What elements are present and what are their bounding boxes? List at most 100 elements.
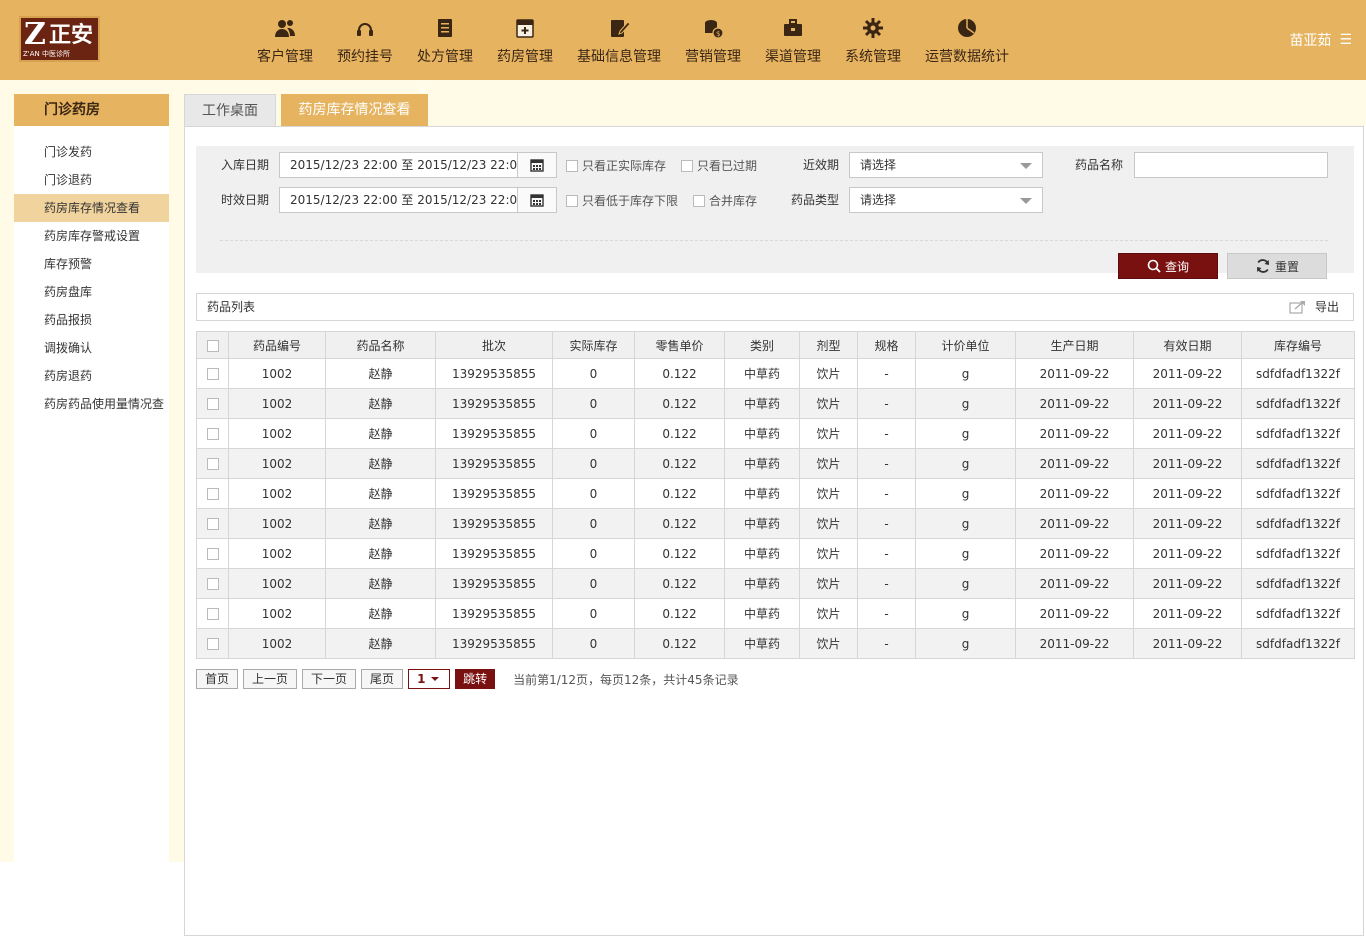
nav-item-5[interactable]: 基础信息管理	[565, 16, 673, 76]
row-select-cell[interactable]	[196, 478, 229, 509]
row-select-cell[interactable]	[196, 568, 229, 599]
table-cell: -	[857, 598, 916, 629]
close-icon[interactable]: ×	[417, 84, 427, 96]
in-date-range-input[interactable]: 2015/12/23 22:00 至 2015/12/23 22:00	[279, 152, 557, 178]
nav-item-3[interactable]: 处方管理	[405, 16, 485, 76]
row-checkbox[interactable]	[206, 428, 219, 440]
pie-chart-icon	[954, 16, 980, 40]
table-cell: g	[915, 388, 1016, 419]
svg-text:$: $	[716, 30, 720, 38]
table-cell: 饮片	[799, 628, 858, 659]
table-row[interactable]: 1002 赵静 13929535855 0 0.122 中草药 饮片 - g 2011-09-22…	[196, 628, 1355, 659]
sidebar-item-1[interactable]: 门诊发药	[14, 138, 169, 166]
jump-button[interactable]: 跳转	[455, 669, 496, 689]
row-select-cell[interactable]	[196, 358, 229, 389]
table-cell: 0	[552, 538, 635, 569]
row-select-cell[interactable]	[196, 508, 229, 539]
column-header: 批次	[435, 331, 553, 359]
select-all-cell[interactable]	[196, 331, 229, 359]
table-row[interactable]: 1002 赵静 13929535855 0 0.122 中草药 饮片 - g 2011-09-22…	[196, 358, 1355, 389]
table-cell: 13929535855	[435, 478, 553, 509]
table-row[interactable]: 1002 赵静 13929535855 0 0.122 中草药 饮片 - g 2011-09-22…	[196, 388, 1355, 419]
nav-item-4[interactable]: 药房管理	[485, 16, 565, 76]
row-checkbox[interactable]	[206, 548, 219, 560]
nav-item-7[interactable]: 渠道管理	[753, 16, 833, 76]
table-row[interactable]: 1002 赵静 13929535855 0 0.122 中草药 饮片 - g 2011-09-22…	[196, 418, 1355, 449]
row-checkbox[interactable]	[206, 368, 219, 380]
edit-icon	[606, 16, 632, 40]
nav-item-8[interactable]: 系统管理	[833, 16, 913, 76]
row-select-cell[interactable]	[196, 538, 229, 569]
table-row[interactable]: 1002 赵静 13929535855 0 0.122 中草药 饮片 - g 2011-09-22…	[196, 508, 1355, 539]
near-exp-label: 近效期	[803, 158, 840, 172]
sidebar-item-5[interactable]: 库存预警	[14, 250, 169, 278]
row-select-cell[interactable]	[196, 388, 229, 419]
row-checkbox[interactable]	[206, 608, 219, 620]
table-row[interactable]: 1002 赵静 13929535855 0 0.122 中草药 饮片 - g 2011-09-22…	[196, 448, 1355, 479]
row-select-cell[interactable]	[196, 418, 229, 449]
list-header-bar: 药品列表 导出	[196, 293, 1354, 321]
table-cell: 0.122	[634, 628, 725, 659]
table-cell: 2011-09-22	[1015, 508, 1134, 539]
row-checkbox[interactable]	[206, 398, 219, 410]
tab-current[interactable]: 药房库存情况查看 ×	[281, 84, 428, 126]
reset-button[interactable]: 重置	[1227, 253, 1327, 279]
calendar-icon[interactable]	[517, 188, 556, 212]
checkbox-below-limit[interactable]: 只看低于库存下限	[566, 192, 678, 209]
checkbox-box[interactable]	[693, 194, 705, 207]
row-select-cell[interactable]	[196, 628, 229, 659]
page-select[interactable]: 1	[408, 669, 451, 689]
checkbox-actual-stock[interactable]: 只看正实际库存	[566, 157, 666, 174]
nav-item-6[interactable]: $ 营销管理	[673, 16, 753, 76]
calendar-icon[interactable]	[517, 153, 556, 177]
prev-page-button[interactable]: 上一页	[243, 669, 298, 689]
drug-type-select[interactable]: 请选择	[849, 187, 1043, 213]
sidebar-item-7[interactable]: 药品报损	[14, 306, 169, 334]
first-page-button[interactable]: 首页	[196, 669, 239, 689]
chevron-down-icon	[1020, 198, 1032, 204]
table-cell: 1002	[228, 448, 326, 479]
near-exp-select[interactable]: 请选择	[849, 152, 1043, 178]
query-button[interactable]: 查询	[1118, 253, 1218, 279]
drug-name-input[interactable]	[1134, 152, 1328, 178]
row-checkbox[interactable]	[206, 578, 219, 590]
select-all-checkbox[interactable]	[206, 339, 219, 352]
row-checkbox[interactable]	[206, 458, 219, 470]
export-button[interactable]: 导出	[1289, 294, 1339, 320]
next-page-button[interactable]: 下一页	[302, 669, 357, 689]
sidebar-item-10[interactable]: 药房药品使用量情况查	[14, 390, 169, 418]
checkbox-merge-stock[interactable]: 合并库存	[693, 192, 757, 209]
sidebar-item-8[interactable]: 调拨确认	[14, 334, 169, 362]
last-page-button[interactable]: 尾页	[361, 669, 404, 689]
sidebar-item-2[interactable]: 门诊退药	[14, 166, 169, 194]
table-row[interactable]: 1002 赵静 13929535855 0 0.122 中草药 饮片 - g 2011-09-22…	[196, 598, 1355, 629]
row-select-cell[interactable]	[196, 598, 229, 629]
user-menu[interactable]: 苗亚茹 ☰	[1289, 30, 1352, 50]
sidebar-item-9[interactable]: 药房退药	[14, 362, 169, 390]
hamburger-icon[interactable]: ☰	[1339, 32, 1352, 48]
table-row[interactable]: 1002 赵静 13929535855 0 0.122 中草药 饮片 - g 2011-09-22…	[196, 568, 1355, 599]
headset-icon	[352, 16, 378, 40]
exp-date-label: 时效日期	[221, 193, 270, 207]
tab-home[interactable]: 工作桌面	[184, 94, 276, 126]
sidebar-item-6[interactable]: 药房盘库	[14, 278, 169, 306]
row-checkbox[interactable]	[206, 488, 219, 500]
row-select-cell[interactable]	[196, 448, 229, 479]
table-row[interactable]: 1002 赵静 13929535855 0 0.122 中草药 饮片 - g 2011-09-22…	[196, 538, 1355, 569]
table-row[interactable]: 1002 赵静 13929535855 0 0.122 中草药 饮片 - g 2011-09-22…	[196, 478, 1355, 509]
drug-name-label: 药品名称	[1075, 158, 1124, 172]
nav-item-2[interactable]: 预约挂号	[325, 16, 405, 76]
checkbox-box[interactable]	[566, 194, 578, 207]
checkbox-box[interactable]	[566, 159, 578, 172]
table-cell: 0	[552, 448, 635, 479]
checkbox-expired[interactable]: 只看已过期	[681, 157, 757, 174]
row-checkbox[interactable]	[206, 638, 219, 650]
nav-item-1[interactable]: 客户管理	[245, 16, 325, 76]
row-checkbox[interactable]	[206, 518, 219, 530]
nav-item-9[interactable]: 运营数据统计	[913, 16, 1021, 76]
checkbox-box[interactable]	[681, 159, 693, 172]
table-cell: 1002	[228, 508, 326, 539]
exp-date-range-input[interactable]: 2015/12/23 22:00 至 2015/12/23 22:00	[279, 187, 557, 213]
sidebar-item-4[interactable]: 药房库存警戒设置	[14, 222, 169, 250]
sidebar-item-3[interactable]: 药房库存情况查看	[14, 194, 169, 222]
